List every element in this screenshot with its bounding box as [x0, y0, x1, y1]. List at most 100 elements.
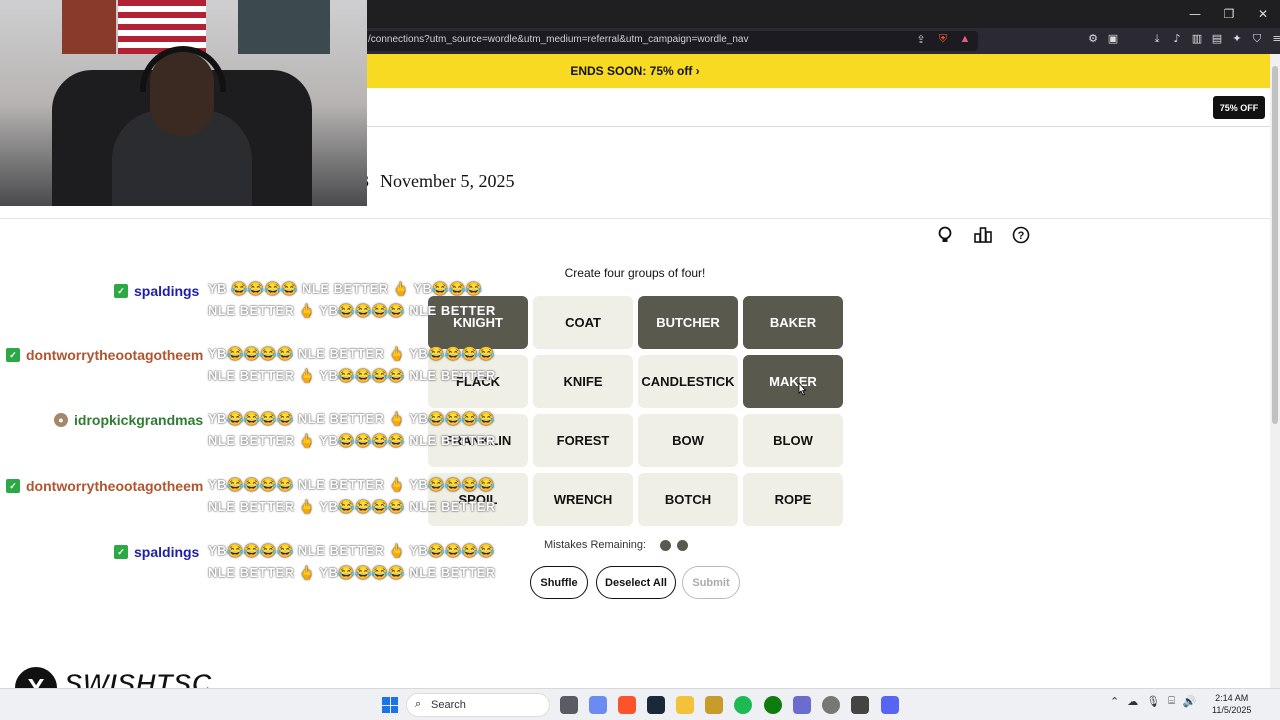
- task-view-icon[interactable]: [560, 696, 578, 714]
- downloads-icon[interactable]: ⤓: [1150, 32, 1164, 48]
- microphone-icon[interactable]: 🎙: [1146, 695, 1160, 708]
- subheader-divider: [0, 218, 1270, 219]
- minimize-button[interactable]: —: [1178, 0, 1212, 28]
- mistake-dot: [660, 539, 672, 551]
- music-icon[interactable]: ♪: [1170, 32, 1184, 48]
- spotify-icon[interactable]: [734, 696, 752, 714]
- word-tile[interactable]: BAKER: [743, 296, 843, 349]
- vpn-icon[interactable]: ⛉: [1250, 32, 1264, 48]
- chat-message: YB 😂😂😂😂 NLE BETTER 🖕 YB😂😂😂 NLE BETTER 🖕 …: [208, 281, 496, 318]
- system-tray: ⌃ ☁ 🎙 ⌸ 🔊: [1110, 695, 1197, 708]
- subscriber-badge-icon: ✓: [114, 545, 128, 559]
- hint-lightbulb-icon[interactable]: [935, 225, 955, 245]
- chat-message: YB😂😂😂😂 NLE BETTER 🖕 YB😂😂😂😂 NLE BETTER 🖕 …: [208, 411, 496, 448]
- sidebar-icon[interactable]: ▥: [1190, 32, 1204, 48]
- word-tile[interactable]: CANDLESTICK: [638, 355, 738, 408]
- url-text: /connections?utm_source=wordle&utm_mediu…: [368, 34, 749, 45]
- word-tile[interactable]: BOTCH: [638, 473, 738, 526]
- chat-user-row: ● idropkickgrandmas: [54, 412, 203, 428]
- wall-poster: [62, 0, 116, 54]
- steam-icon[interactable]: [647, 696, 665, 714]
- restore-button[interactable]: ❐: [1212, 0, 1246, 28]
- network-icon[interactable]: ⌸: [1168, 695, 1175, 708]
- copilot-icon[interactable]: [589, 696, 607, 714]
- chat-username: spaldings: [134, 544, 200, 560]
- wallet-card-icon[interactable]: ▤: [1210, 32, 1224, 48]
- chat-user-row: ✓ dontworrytheootagotheem: [6, 347, 203, 363]
- windows-start-icon[interactable]: [382, 697, 398, 713]
- mistakes-remaining: Mistakes Remaining:: [544, 539, 689, 551]
- word-tile[interactable]: MAKER: [743, 355, 843, 408]
- wall-poster: [238, 0, 330, 54]
- scrollbar-thumb[interactable]: [1272, 66, 1278, 424]
- app-icon[interactable]: [793, 696, 811, 714]
- brave-rewards-icon[interactable]: ▲: [958, 33, 972, 46]
- chat-user-row: ✓ spaldings: [114, 544, 199, 560]
- deselect-all-button[interactable]: Deselect All: [596, 566, 676, 599]
- brave-browser-icon[interactable]: [618, 696, 636, 714]
- menu-icon[interactable]: ≡: [1270, 32, 1280, 48]
- taskbar-search[interactable]: ⌕ Search: [406, 693, 550, 717]
- subscriber-badge-icon: ✓: [114, 284, 128, 298]
- share-icon[interactable]: ⇪: [914, 33, 928, 46]
- subscriber-badge-icon: ✓: [6, 479, 20, 493]
- chat-message: YB😂😂😂😂 NLE BETTER 🖕 YB😂😂😂😂 NLE BETTER 🖕 …: [208, 477, 496, 514]
- instructions: Create four groups of four!: [564, 266, 706, 280]
- chat-user-row: ✓ dontworrytheootagotheem: [6, 478, 203, 494]
- wallet-icon[interactable]: ▣: [1106, 32, 1120, 48]
- leo-ai-icon[interactable]: ✦: [1230, 32, 1244, 48]
- search-icon: ⌕: [415, 698, 422, 710]
- clock-time: 2:14 AM: [1215, 693, 1249, 703]
- user-badge-icon: ●: [54, 413, 68, 427]
- chat-message: YB😂😂😂😂 NLE BETTER 🖕 YB😂😂😂😂 NLE BETTER 🖕 …: [208, 543, 496, 580]
- shuffle-button[interactable]: Shuffle: [530, 566, 588, 599]
- flag-poster: [118, 0, 206, 54]
- toolbar-icons: ⚙ ▣ ⤓ ♪ ▥ ▤ ✦ ⛉ ≡: [1086, 32, 1280, 48]
- discord-icon[interactable]: [881, 696, 899, 714]
- chat-message: YB😂😂😂😂 NLE BETTER 🖕 YB😂😂😂😂 NLE BETTER 🖕 …: [208, 346, 496, 383]
- game-toolbar: ?: [935, 225, 1031, 245]
- chat-user-row: ✓ spaldings: [114, 283, 199, 299]
- file-explorer-icon[interactable]: [676, 696, 694, 714]
- help-question-icon[interactable]: ?: [1011, 225, 1031, 245]
- word-tile[interactable]: BUTCHER: [638, 296, 738, 349]
- svg-text:?: ?: [1018, 230, 1025, 242]
- brave-shield-icon[interactable]: ⛨: [936, 33, 950, 46]
- word-tile[interactable]: BLOW: [743, 414, 843, 467]
- clock-date: 11/5/2025: [1212, 705, 1252, 715]
- address-bar[interactable]: /connections?utm_source=wordle&utm_mediu…: [360, 31, 978, 51]
- mouse-cursor-icon: [798, 382, 807, 396]
- word-tile[interactable]: BOW: [638, 414, 738, 467]
- word-tile[interactable]: KNIFE: [533, 355, 633, 408]
- app-stack-icon[interactable]: [705, 696, 723, 714]
- word-tile[interactable]: FOREST: [533, 414, 633, 467]
- chat-username: spaldings: [134, 283, 200, 299]
- subscribe-offer-button[interactable]: 75% OFF: [1213, 96, 1265, 119]
- mistakes-label: Mistakes Remaining:: [544, 539, 647, 551]
- taskbar-search-label: Search: [431, 699, 466, 711]
- extensions-icon[interactable]: ⚙: [1086, 32, 1100, 48]
- xbox-icon[interactable]: [764, 696, 782, 714]
- word-tile[interactable]: COAT: [533, 296, 633, 349]
- puzzle-date: November 5, 2025: [380, 171, 515, 191]
- page-scrollbar[interactable]: [1270, 54, 1280, 688]
- stats-chart-icon[interactable]: [973, 225, 993, 245]
- chat-username: idropkickgrandmas: [74, 412, 204, 428]
- submit-button[interactable]: Submit: [682, 566, 740, 599]
- word-tile[interactable]: WRENCH: [533, 473, 633, 526]
- volume-icon[interactable]: 🔊: [1183, 695, 1197, 708]
- tray-chevron-icon[interactable]: ⌃: [1110, 695, 1119, 708]
- address-bar-icons: ⇪ ⛨ ▲: [914, 33, 972, 46]
- subscriber-badge-icon: ✓: [6, 348, 20, 362]
- word-tile[interactable]: ROPE: [743, 473, 843, 526]
- mistake-dot: [677, 539, 689, 551]
- window-controls: — ❐ ✕: [1178, 0, 1280, 28]
- close-button[interactable]: ✕: [1246, 0, 1280, 28]
- obs-icon[interactable]: [822, 696, 840, 714]
- onedrive-icon[interactable]: ☁: [1127, 695, 1138, 708]
- ccleaner-icon[interactable]: [851, 696, 869, 714]
- taskbar-clock[interactable]: 2:14 AM 11/5/2025: [1212, 692, 1251, 716]
- windows-taskbar: ⌕ Search ⌃ ☁ 🎙 ⌸ 🔊 2:14 AM 11/5/2025: [0, 688, 1280, 720]
- webcam-overlay: [0, 0, 367, 206]
